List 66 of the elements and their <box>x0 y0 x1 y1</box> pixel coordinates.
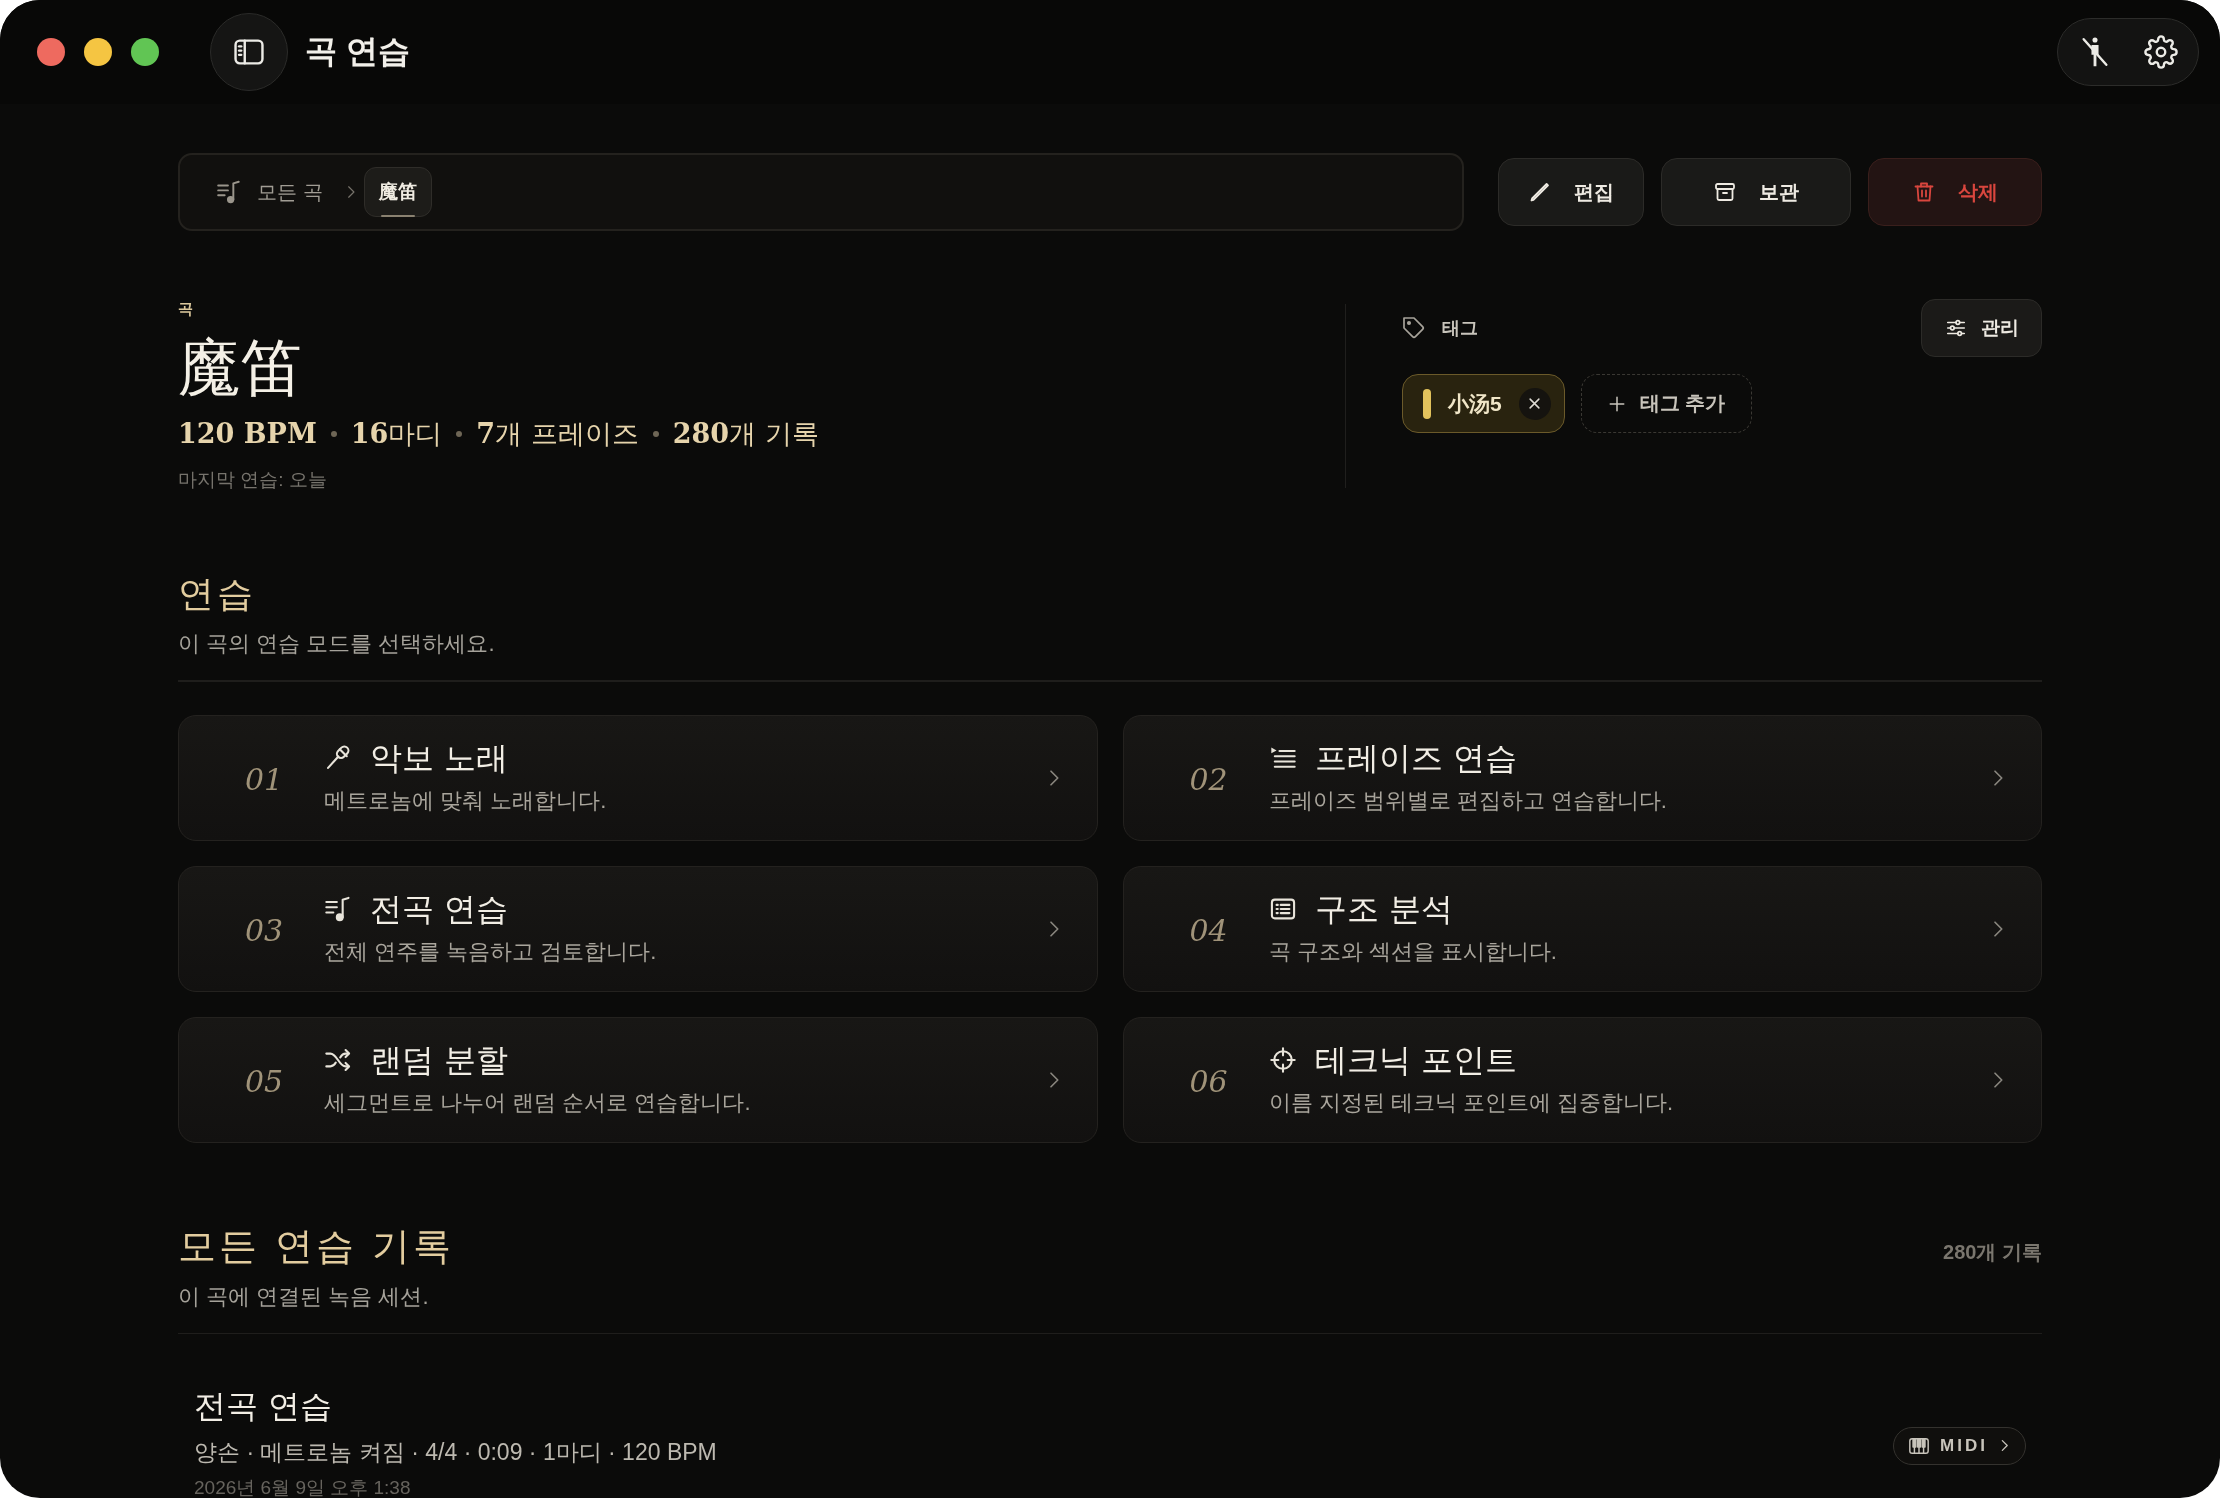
tag-icon <box>1402 316 1426 340</box>
tags-label: 태그 <box>1442 317 1478 340</box>
mode-description: 곡 구조와 섹션을 표시합니다. <box>1268 937 1558 966</box>
practice-mode-card[interactable]: 02 프레이즈 연습 프레이즈 범위별로 편집하고 연습합니다. <box>1122 714 2042 841</box>
mode-description: 전체 연주를 녹음하고 검토합니다. <box>324 937 658 966</box>
archive-icon <box>1713 180 1737 204</box>
song-title: 魔笛 <box>178 332 303 404</box>
practice-mode-card[interactable]: 04 구조 분석 곡 구조와 섹션을 표시합니다. <box>1122 865 2042 992</box>
music-list-icon <box>216 179 242 205</box>
mode-title: 악보 노래 <box>370 737 509 778</box>
song-stat: 16마디 <box>350 417 443 451</box>
mode-description: 프레이즈 범위별로 편집하고 연습합니다. <box>1268 786 1668 815</box>
last-practice-text: 마지막 연습: 오늘 <box>178 468 328 492</box>
record-details: 양손 · 메트로놈 켜짐 · 4/4 · 0:09 · 1마디 · 120 BPM <box>194 1438 718 1467</box>
record-count: 280개 기록 <box>1943 1239 2042 1265</box>
section-title: 연습 <box>178 572 256 616</box>
settings-icon[interactable] <box>2144 35 2178 69</box>
mode-title: 전곡 연습 <box>370 888 509 929</box>
section-subtitle: 이 곡의 연습 모드를 선택하세요. <box>178 630 496 658</box>
remove-tag-button[interactable] <box>1518 387 1551 420</box>
midi-button[interactable]: MIDI <box>1893 1426 2026 1465</box>
tag-label: 小汤5 <box>1448 390 1502 417</box>
mode-number: 02 <box>1189 761 1229 798</box>
tag-chip[interactable]: 小汤5 <box>1402 374 1565 433</box>
practice-mode-card[interactable]: 05 랜덤 분할 세그먼트로 나누어 랜덤 순서로 연습합니다. <box>178 1016 1098 1143</box>
crosshair-icon <box>1268 1045 1297 1074</box>
sliders-icon <box>1944 317 1967 339</box>
mode-number: 05 <box>245 1063 285 1100</box>
mode-title: 프레이즈 연습 <box>1314 737 1517 778</box>
pencil-icon <box>1528 180 1552 204</box>
mode-description: 메트로놈에 맞춰 노래합니다. <box>324 786 608 815</box>
window-zoom-button[interactable] <box>131 38 159 66</box>
section-title: 모든 연습 기록 <box>178 1222 455 1270</box>
section-subtitle: 이 곡에 연결된 녹음 세션. <box>178 1282 430 1311</box>
mode-number: 04 <box>1189 912 1229 949</box>
edit-button[interactable]: 편집 <box>1498 158 1644 226</box>
practice-mode-card[interactable]: 01 악보 노래 메트로놈에 맞춰 노래합니다. <box>178 714 1098 841</box>
section-label: 곡 <box>178 300 194 318</box>
mode-description: 세그먼트로 나누어 랜덤 순서로 연습합니다. <box>324 1088 752 1117</box>
song-stat: 7개 프레이즈 <box>476 417 639 451</box>
window-minimize-button[interactable] <box>84 38 112 66</box>
delete-button[interactable]: 삭제 <box>1868 158 2042 226</box>
record-title: 전곡 연습 <box>194 1386 334 1426</box>
song-stat: 280개 기록 <box>672 417 819 451</box>
microphone-icon <box>324 743 352 772</box>
archive-button[interactable]: 보관 <box>1661 158 1851 226</box>
mode-title: 테크닉 포인트 <box>1314 1039 1517 1080</box>
mode-number: 06 <box>1189 1063 1229 1100</box>
mode-title: 랜덤 분할 <box>370 1039 509 1080</box>
music-list-icon <box>324 894 352 923</box>
song-stat: 120 BPM <box>178 417 317 451</box>
trash-icon <box>1912 180 1936 204</box>
manage-button[interactable]: 관리 <box>1921 299 2042 357</box>
mode-description: 이름 지정된 테크닉 포인트에 집중합니다. <box>1268 1088 1675 1117</box>
practice-mode-card[interactable]: 06 테크닉 포인트 이름 지정된 테크닉 포인트에 집중합니다. <box>1122 1016 2042 1143</box>
mode-title: 구조 분석 <box>1314 888 1453 929</box>
mode-number: 01 <box>245 761 285 798</box>
window-title: 곡 연습 <box>305 32 410 71</box>
add-tag-button[interactable]: 태그 추가 <box>1580 374 1753 433</box>
record-date: 2026년 6월 9일 오후 1:38 <box>194 1477 412 1498</box>
plus-icon <box>1607 394 1626 413</box>
breadcrumb-item[interactable]: 모든 곡 <box>242 167 338 217</box>
window-close-button[interactable] <box>37 38 65 66</box>
mode-number: 03 <box>245 912 285 949</box>
breadcrumb-item[interactable]: 魔笛 <box>363 167 432 217</box>
practice-mode-card[interactable]: 03 전곡 연습 전체 연주를 녹음하고 검토합니다. <box>178 865 1098 992</box>
